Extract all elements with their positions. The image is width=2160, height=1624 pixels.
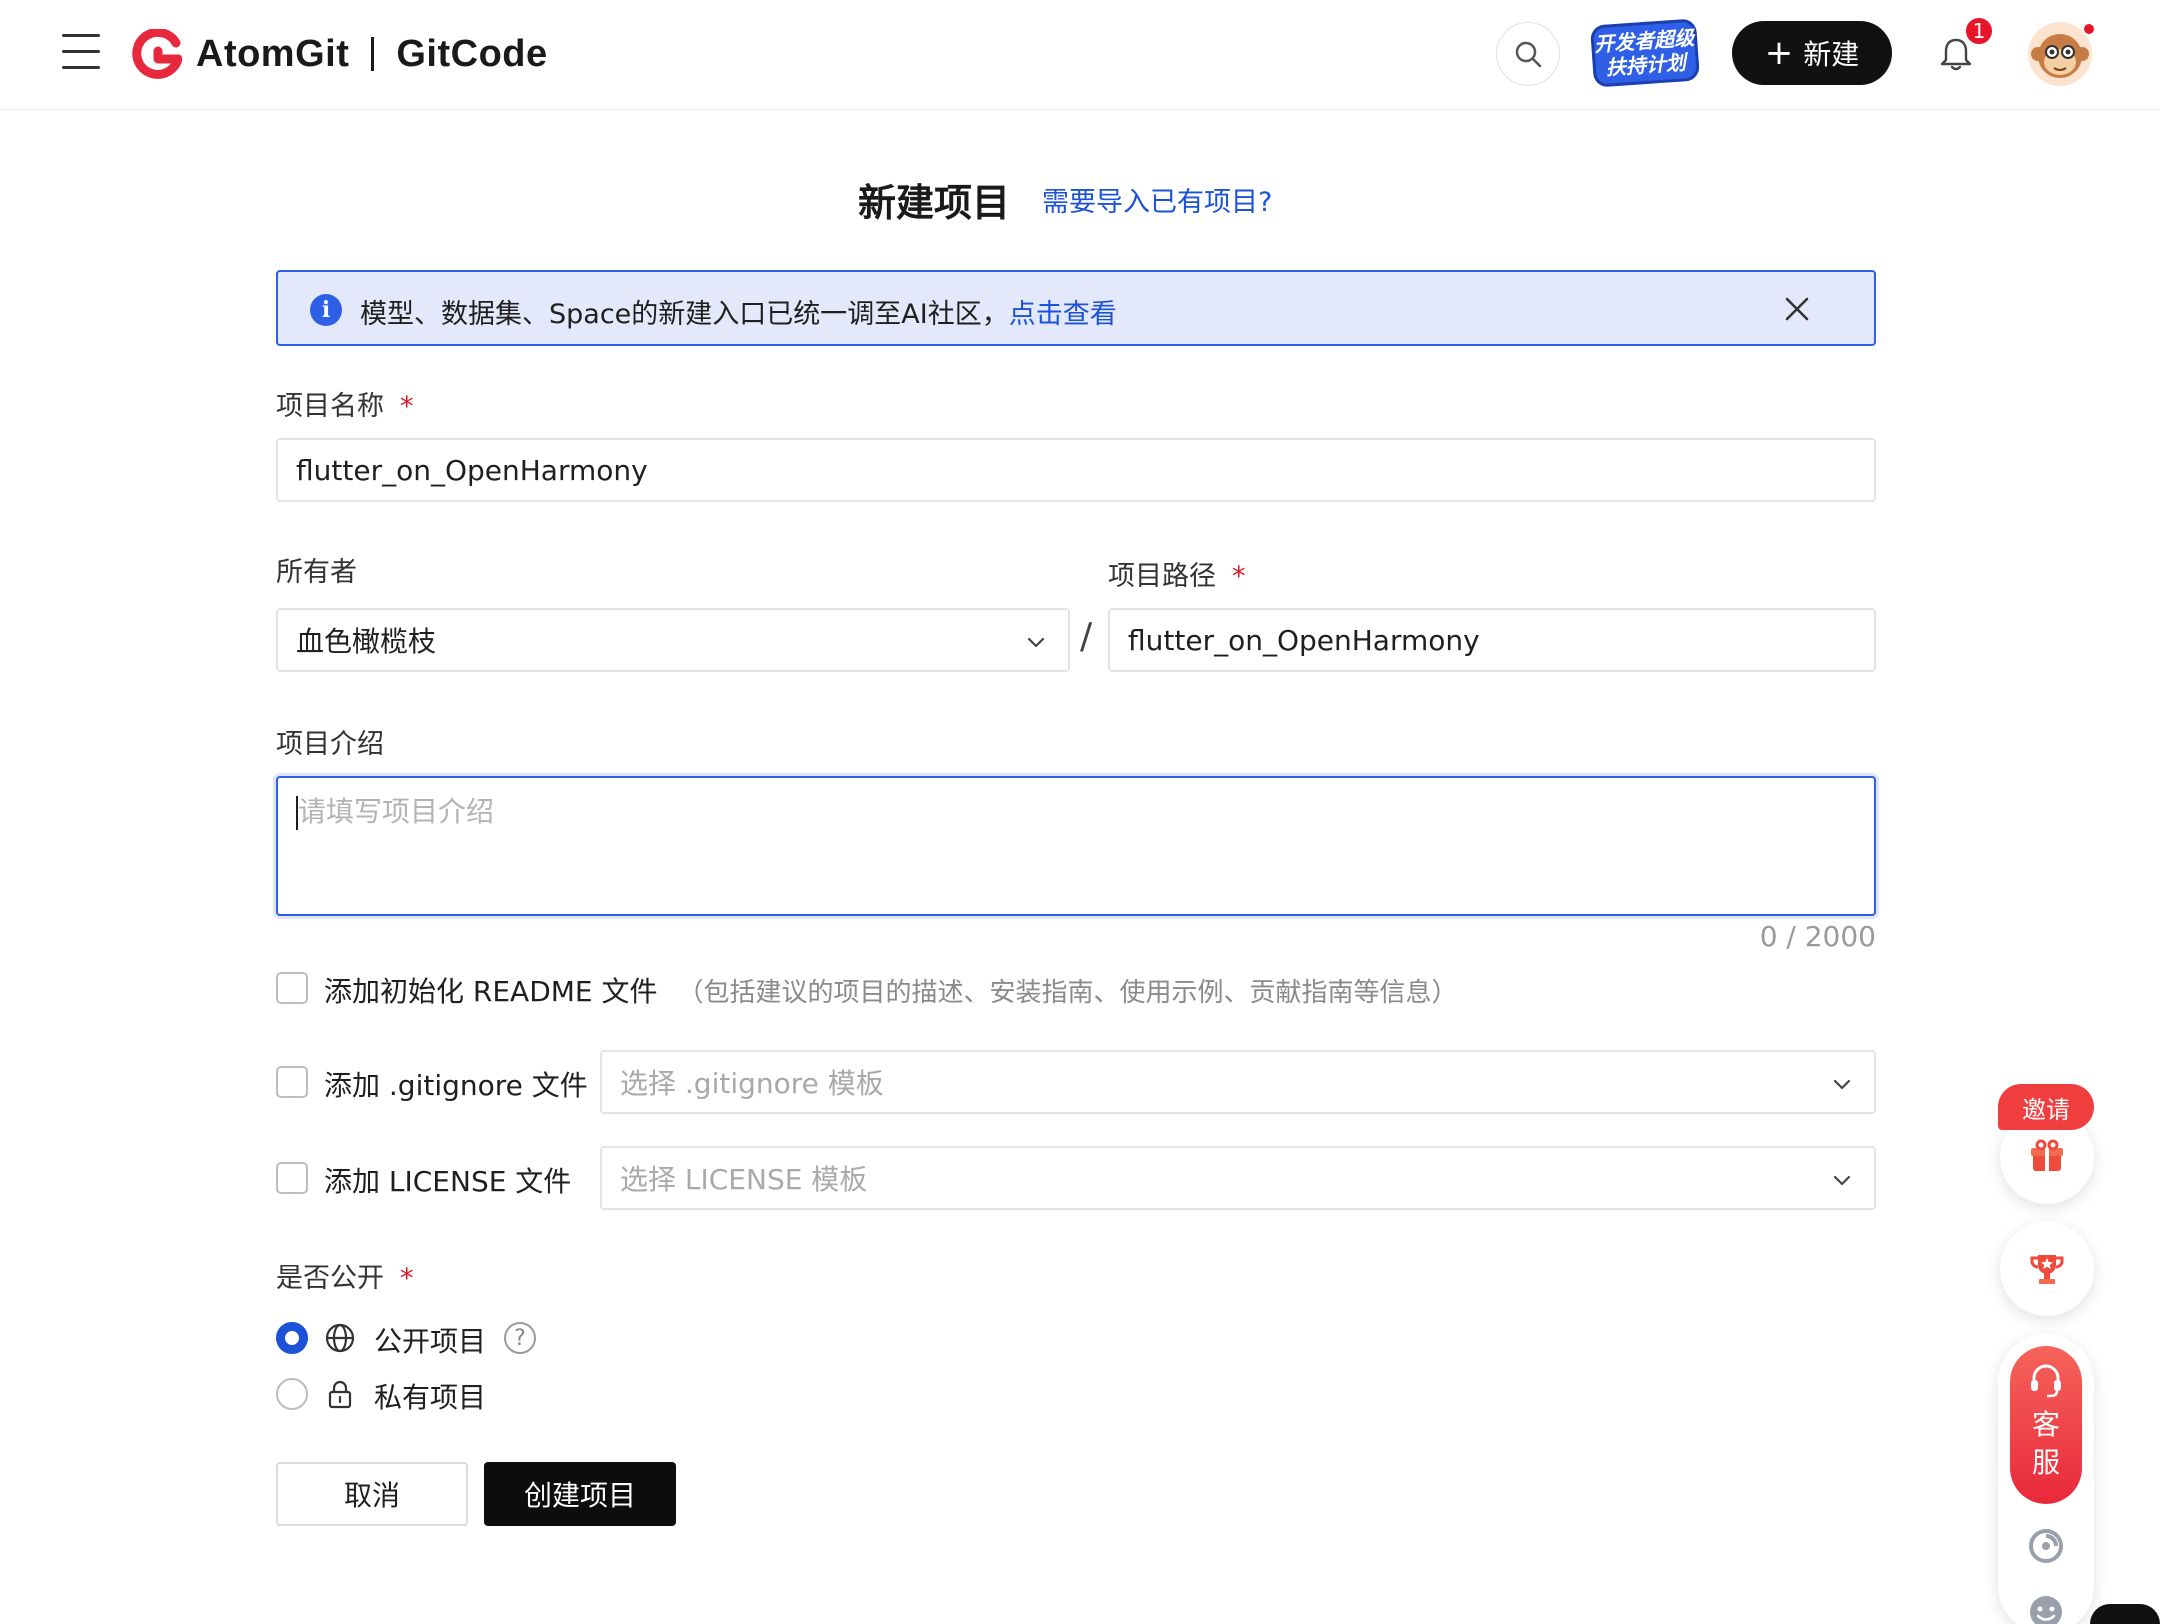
intro-label-text: 项目介绍 bbox=[276, 729, 384, 760]
chevron-down-icon bbox=[1833, 1079, 1851, 1090]
headset-icon bbox=[2031, 1364, 2061, 1398]
cancel-button[interactable]: 取消 bbox=[276, 1462, 468, 1526]
visibility-label-text: 是否公开 bbox=[276, 1263, 384, 1294]
promo-line-2: 扶持计划 bbox=[1605, 50, 1687, 80]
rewards-float-button[interactable] bbox=[2000, 1222, 2094, 1316]
required-mark: * bbox=[400, 1263, 414, 1294]
license-label: 添加 LICENSE 文件 bbox=[324, 1165, 572, 1198]
readme-label: 添加初始化 README 文件 （包括建议的项目的描述、安装指南、使用示例、贡献指… bbox=[324, 970, 1458, 1010]
close-icon[interactable] bbox=[1778, 290, 1816, 328]
brand-logo[interactable]: AtomGit GitCode bbox=[132, 24, 548, 84]
project-path-value: flutter_on_OpenHarmony bbox=[1128, 623, 1480, 657]
smile-icon[interactable] bbox=[2026, 1592, 2066, 1624]
title-row: 新建项目 需要导入已有项目? bbox=[0, 168, 2160, 228]
project-path-input[interactable]: flutter_on_OpenHarmony bbox=[1108, 608, 1876, 672]
refresh-icon[interactable] bbox=[2026, 1526, 2066, 1566]
chevron-down-icon bbox=[1833, 1175, 1851, 1186]
gitignore-checkbox[interactable] bbox=[276, 1066, 308, 1098]
gitignore-placeholder: 选择 .gitignore 模板 bbox=[620, 1067, 884, 1100]
create-project-button[interactable]: 创建项目 bbox=[484, 1462, 676, 1526]
project-name-label: 项目名称 * bbox=[276, 384, 414, 423]
plus-icon: + bbox=[1764, 33, 1794, 73]
radio-private[interactable] bbox=[276, 1378, 308, 1410]
chevron-down-icon bbox=[1027, 637, 1045, 648]
search-button[interactable] bbox=[1496, 22, 1560, 86]
readme-label-text: 添加初始化 README 文件 bbox=[324, 975, 658, 1008]
public-label: 公开项目 bbox=[374, 1325, 487, 1358]
page-title: 新建项目 bbox=[858, 181, 1011, 225]
customer-service-button[interactable]: 客服 bbox=[2010, 1346, 2082, 1504]
import-project-link[interactable]: 需要导入已有项目? bbox=[1042, 180, 1272, 219]
readme-hint: （包括建议的项目的描述、安装指南、使用示例、贡献指南等信息） bbox=[677, 978, 1458, 1008]
lock-icon bbox=[328, 1380, 352, 1409]
brand-divider bbox=[371, 37, 375, 71]
help-icon[interactable]: ? bbox=[504, 1322, 536, 1354]
gift-icon bbox=[2031, 1139, 2063, 1171]
readme-checkbox[interactable] bbox=[276, 972, 308, 1004]
radio-public[interactable] bbox=[276, 1322, 308, 1354]
intro-char-counter: 0 / 2000 bbox=[1759, 920, 1876, 953]
globe-icon bbox=[325, 1323, 355, 1353]
notice-text: 模型、数据集、Space的新建入口已统一调至AI社区，点击查看 bbox=[360, 292, 1117, 331]
owner-label-text: 所有者 bbox=[276, 557, 357, 588]
required-mark: * bbox=[400, 391, 414, 422]
developer-support-banner[interactable]: 开发者超级 扶持计划 bbox=[1589, 18, 1701, 88]
gitignore-label: 添加 .gitignore 文件 bbox=[324, 1069, 588, 1102]
floating-dark-widget[interactable] bbox=[2090, 1604, 2160, 1624]
new-button-label: 新建 bbox=[1803, 38, 1860, 71]
customer-service-label: 客服 bbox=[2031, 1408, 2060, 1479]
path-label: 项目路径 * bbox=[1108, 554, 1246, 593]
project-name-value: flutter_on_OpenHarmony bbox=[296, 453, 648, 487]
notice-banner: i 模型、数据集、Space的新建入口已统一调至AI社区，点击查看 bbox=[276, 270, 1876, 346]
new-button[interactable]: + 新建 bbox=[1732, 21, 1892, 85]
atomgit-logo-icon bbox=[132, 29, 182, 79]
notice-message: 模型、数据集、Space的新建入口已统一调至AI社区， bbox=[360, 299, 1009, 330]
info-icon: i bbox=[310, 294, 342, 326]
owner-value: 血色橄榄枝 bbox=[296, 625, 437, 658]
required-mark: * bbox=[1232, 561, 1246, 592]
path-label-text: 项目路径 bbox=[1108, 561, 1216, 592]
project-name-input[interactable]: flutter_on_OpenHarmony bbox=[276, 438, 1876, 502]
owner-select[interactable]: 血色橄榄枝 bbox=[276, 608, 1070, 672]
project-name-label-text: 项目名称 bbox=[276, 391, 384, 422]
search-icon bbox=[1515, 41, 1542, 68]
intro-label: 项目介绍 bbox=[276, 722, 384, 761]
intro-placeholder: 请填写项目介绍 bbox=[298, 795, 495, 828]
private-label: 私有项目 bbox=[374, 1381, 487, 1414]
path-separator: / bbox=[1080, 616, 1093, 657]
intro-textarea[interactable]: 请填写项目介绍 bbox=[276, 776, 1876, 916]
brand-gitcode: GitCode bbox=[396, 32, 548, 75]
trophy-icon bbox=[2030, 1255, 2064, 1284]
license-template-select[interactable]: 选择 LICENSE 模板 bbox=[600, 1146, 1876, 1210]
notification-badge: 1 bbox=[1964, 16, 1994, 46]
visibility-label: 是否公开 * bbox=[276, 1256, 414, 1295]
brand-atomgit: AtomGit bbox=[196, 32, 350, 75]
license-placeholder: 选择 LICENSE 模板 bbox=[620, 1163, 868, 1196]
invite-badge[interactable]: 邀请 bbox=[1998, 1084, 2094, 1130]
menu-icon[interactable] bbox=[62, 34, 102, 74]
avatar-status-dot bbox=[2082, 22, 2096, 36]
owner-label: 所有者 bbox=[276, 550, 357, 589]
top-header: AtomGit GitCode 开发者超级 扶持计划 + 新建 1 bbox=[0, 0, 2160, 110]
notice-view-link[interactable]: 点击查看 bbox=[1009, 299, 1117, 330]
license-checkbox[interactable] bbox=[276, 1162, 308, 1194]
gitignore-template-select[interactable]: 选择 .gitignore 模板 bbox=[600, 1050, 1876, 1114]
